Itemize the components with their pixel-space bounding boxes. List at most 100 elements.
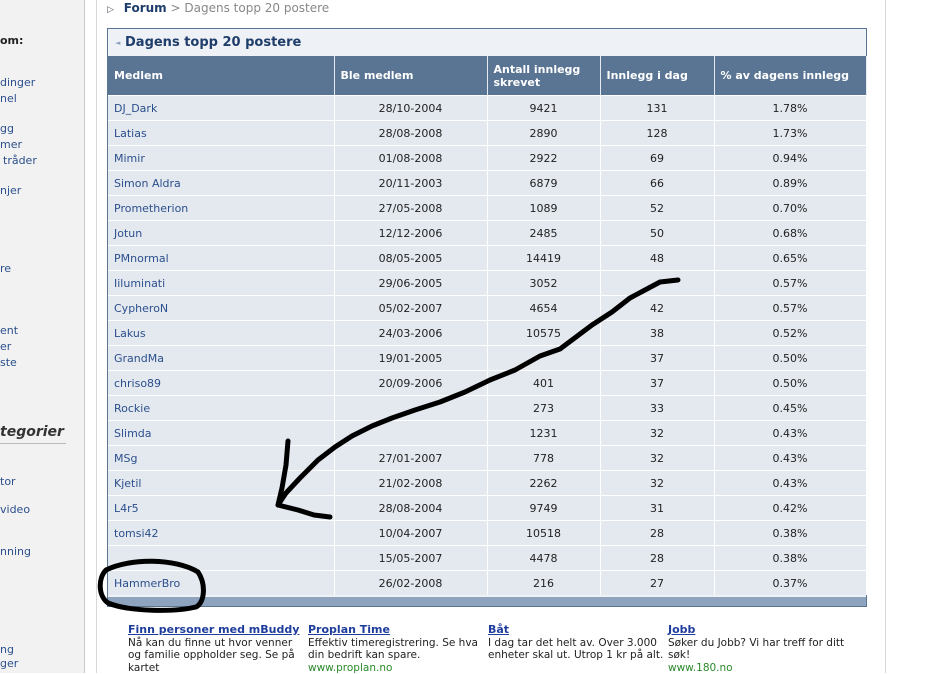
- cell-member-name[interactable]: Mimir: [108, 146, 334, 171]
- sidebar-item[interactable]: nning: [0, 545, 31, 558]
- sidebar-item[interactable]: er: [0, 340, 11, 353]
- cell-percent-today: 0.70%: [714, 196, 866, 221]
- cell-total-posts: 9749: [487, 496, 600, 521]
- cell-member-name[interactable]: [108, 546, 334, 571]
- cell-percent-today: 0.68%: [714, 221, 866, 246]
- cell-total-posts: 2485: [487, 221, 600, 246]
- cell-member-name[interactable]: chriso89: [108, 371, 334, 396]
- cell-joined-date: 01/08-2008: [334, 146, 487, 171]
- breadcrumb: ▷ Forum > Dagens topp 20 postere: [107, 1, 329, 15]
- cell-member-name[interactable]: DJ_Dark: [108, 96, 334, 121]
- cell-percent-today: 0.42%: [714, 496, 866, 521]
- column-header-today: Innlegg i dag: [600, 56, 714, 96]
- cell-posts-today: 50: [600, 221, 714, 246]
- cell-total-posts: 273: [487, 396, 600, 421]
- ad-mbuddy[interactable]: Finn personer med mBuddy Nå kan du finne…: [128, 624, 306, 674]
- breadcrumb-arrow-icon: ▷: [107, 5, 114, 15]
- cell-member-name[interactable]: MSg: [108, 446, 334, 471]
- sidebar-item[interactable]: tråder: [3, 154, 37, 167]
- cell-percent-today: 0.57%: [714, 296, 866, 321]
- table-row: Simon Aldra20/11-20036879660.89%: [108, 171, 866, 196]
- breadcrumb-current: Dagens topp 20 postere: [184, 1, 329, 15]
- left-sidebar: om: dinger nel gg mer tråder njer re ent…: [0, 0, 85, 673]
- cell-percent-today: 0.43%: [714, 471, 866, 496]
- ad-jobb[interactable]: Jobb Søker du Jobb? Vi har treff for dit…: [668, 624, 846, 674]
- sidebar-item[interactable]: video: [0, 503, 30, 516]
- cell-joined-date: 24/03-2006: [334, 321, 487, 346]
- sidebar-item[interactable]: nel: [0, 92, 17, 105]
- cell-posts-today: 37: [600, 371, 714, 396]
- table-row: PMnormal08/05-200514419480.65%: [108, 246, 866, 271]
- cell-percent-today: 0.38%: [714, 546, 866, 571]
- ad-text: Søker du Jobb? Vi har treff for ditt søk…: [668, 637, 846, 662]
- breadcrumb-forum-link[interactable]: Forum: [124, 1, 167, 15]
- sidebar-item[interactable]: re: [0, 262, 11, 275]
- column-header-joined: Ble medlem: [334, 56, 487, 96]
- table-row: Mimir01/08-20082922690.94%: [108, 146, 866, 171]
- cell-posts-today: 66: [600, 171, 714, 196]
- ad-title[interactable]: Båt: [488, 624, 666, 637]
- cell-total-posts: 10575: [487, 321, 600, 346]
- cell-total-posts: 4654: [487, 296, 600, 321]
- cell-posts-today: 38: [600, 321, 714, 346]
- cell-member-name[interactable]: HammerBro: [108, 571, 334, 596]
- table-row: Jotun12/12-20062485500.68%: [108, 221, 866, 246]
- cell-posts-today: 31: [600, 496, 714, 521]
- cell-joined-date: 12/12-2006: [334, 221, 487, 246]
- cell-member-name[interactable]: Latias: [108, 121, 334, 146]
- column-header-percent: % av dagens innlegg: [714, 56, 866, 96]
- sidebar-item[interactable]: ger: [0, 657, 18, 670]
- sidebar-item[interactable]: ng: [0, 643, 14, 656]
- cell-member-name[interactable]: Kjetil: [108, 471, 334, 496]
- cell-percent-today: 0.43%: [714, 446, 866, 471]
- cell-posts-today: 32: [600, 471, 714, 496]
- cell-member-name[interactable]: tomsi42: [108, 521, 334, 546]
- cell-member-name[interactable]: Lakus: [108, 321, 334, 346]
- cell-percent-today: 0.45%: [714, 396, 866, 421]
- sidebar-item[interactable]: ste: [0, 356, 17, 369]
- sidebar-item[interactable]: dinger: [0, 76, 35, 89]
- ad-bat[interactable]: Båt I dag tar det helt av. Over 3.000 en…: [488, 624, 666, 662]
- ad-proplan[interactable]: Proplan Time Effektiv timeregistrering. …: [308, 624, 486, 674]
- top-posters-table: Medlem Ble medlem Antall innlegg skrevet…: [108, 56, 867, 595]
- cell-total-posts: 2890: [487, 121, 600, 146]
- table-row: Prometherion27/05-20081089520.70%: [108, 196, 866, 221]
- sidebar-item[interactable]: njer: [0, 184, 21, 197]
- sidebar-item[interactable]: gg: [0, 122, 14, 135]
- cell-posts-today: 52: [600, 196, 714, 221]
- table-row: chriso8920/09-2006401370.50%: [108, 371, 866, 396]
- cell-member-name[interactable]: L4r5: [108, 496, 334, 521]
- cell-member-name[interactable]: Simon Aldra: [108, 171, 334, 196]
- sidebar-item[interactable]: tor: [0, 475, 16, 488]
- ad-title[interactable]: Finn personer med mBuddy: [128, 624, 306, 637]
- cell-percent-today: 0.52%: [714, 321, 866, 346]
- cell-member-name[interactable]: Slimda: [108, 421, 334, 446]
- cell-member-name[interactable]: Jotun: [108, 221, 334, 246]
- cell-member-name[interactable]: Iiluminati: [108, 271, 334, 296]
- cell-percent-today: 0.38%: [714, 521, 866, 546]
- sidebar-item[interactable]: mer: [0, 138, 22, 151]
- column-header-posts: Antall innlegg skrevet: [487, 56, 600, 96]
- cell-member-name[interactable]: GrandMa: [108, 346, 334, 371]
- cell-total-posts: [487, 346, 600, 371]
- ad-text: I dag tar det helt av. Over 3.000 enhete…: [488, 637, 666, 662]
- cell-joined-date: 27/05-2008: [334, 196, 487, 221]
- cell-member-name[interactable]: Rockie: [108, 396, 334, 421]
- cell-member-name[interactable]: PMnormal: [108, 246, 334, 271]
- breadcrumb-separator: >: [171, 1, 181, 15]
- ad-title[interactable]: Proplan Time: [308, 624, 486, 637]
- table-row: GrandMa19/01-2005370.50%: [108, 346, 866, 371]
- cell-total-posts: 216: [487, 571, 600, 596]
- bullet-icon: ◄: [115, 29, 120, 57]
- sidebar-item[interactable]: ent: [0, 324, 18, 337]
- cell-joined-date: 29/06-2005: [334, 271, 487, 296]
- table-row: Rockie273330.45%: [108, 396, 866, 421]
- cell-joined-date: 20/09-2006: [334, 371, 487, 396]
- cell-member-name[interactable]: Prometherion: [108, 196, 334, 221]
- panel-footer-bar: [108, 597, 866, 606]
- ad-url[interactable]: www.180.no: [668, 662, 846, 674]
- cell-joined-date: 10/04-2007: [334, 521, 487, 546]
- cell-member-name[interactable]: CypheroN: [108, 296, 334, 321]
- ad-title[interactable]: Jobb: [668, 624, 846, 637]
- ad-url[interactable]: www.proplan.no: [308, 662, 486, 674]
